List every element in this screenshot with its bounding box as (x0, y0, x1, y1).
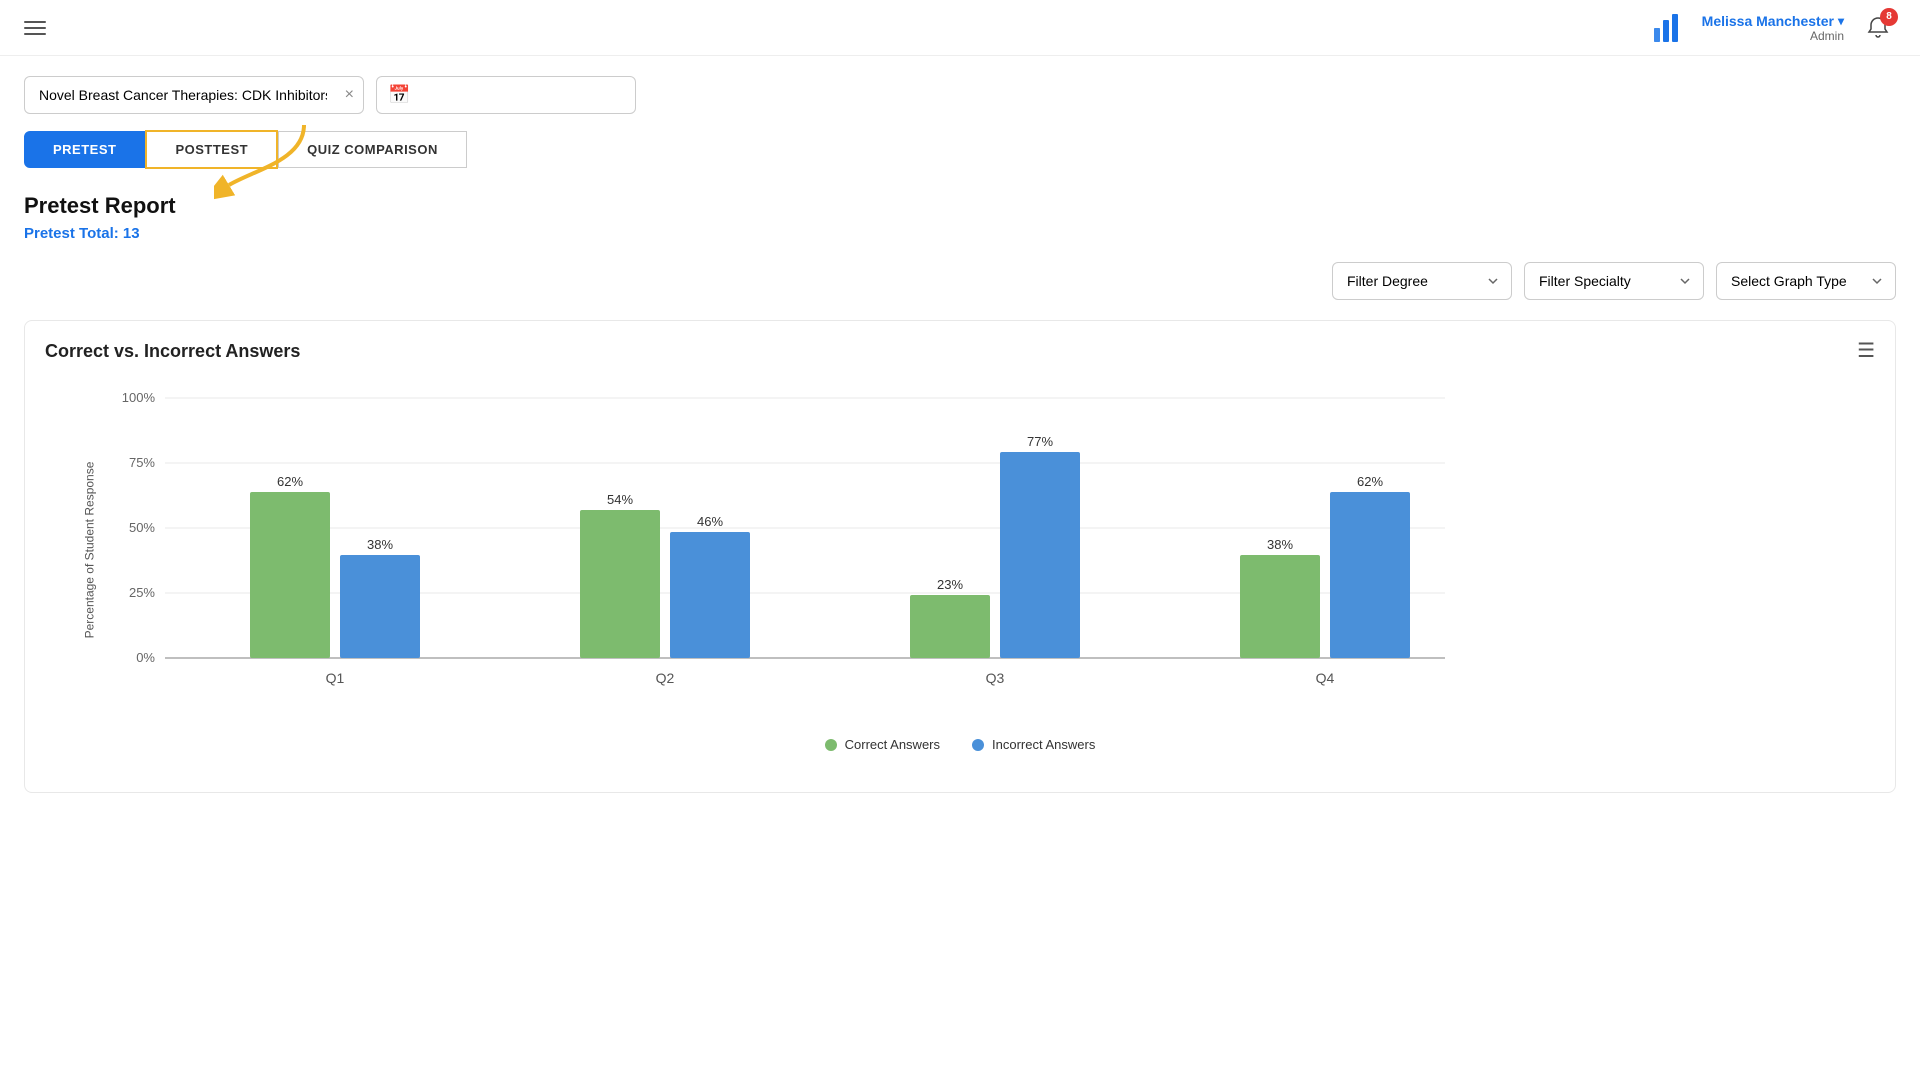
chart-menu-button[interactable]: ☰ (1857, 341, 1875, 361)
header-right: Melissa Manchester ▾ Admin 8 (1650, 10, 1896, 46)
bar-q2-incorrect (670, 532, 750, 658)
tab-posttest[interactable]: POSTTEST (145, 130, 278, 169)
svg-text:25%: 25% (129, 585, 155, 600)
svg-text:50%: 50% (129, 520, 155, 535)
chevron-down-icon: ▾ (1838, 14, 1844, 28)
chart-container: Correct vs. Incorrect Answers ☰ Percenta… (24, 320, 1896, 793)
svg-text:77%: 77% (1027, 434, 1053, 449)
header: Melissa Manchester ▾ Admin 8 (0, 0, 1920, 56)
brand-icon (1650, 10, 1686, 46)
notification-badge: 8 (1880, 8, 1898, 26)
svg-text:Q2: Q2 (656, 670, 675, 686)
user-name-text: Melissa Manchester (1702, 13, 1834, 29)
svg-text:Q3: Q3 (986, 670, 1005, 686)
bar-q2-correct (580, 510, 660, 658)
chart-header: Correct vs. Incorrect Answers ☰ (45, 341, 1875, 362)
bar-q1-incorrect (340, 555, 420, 658)
report-total-value: 13 (123, 225, 140, 242)
bar-q4-incorrect (1330, 492, 1410, 658)
chart-legend: Correct Answers Incorrect Answers (45, 737, 1875, 752)
notification-button[interactable]: 8 (1860, 10, 1896, 46)
report-total: Pretest Total: 13 (24, 225, 1896, 242)
user-role-text: Admin (1810, 29, 1844, 43)
svg-text:46%: 46% (697, 514, 723, 529)
bar-q3-correct (910, 595, 990, 658)
svg-text:Q4: Q4 (1316, 670, 1335, 686)
tab-pretest[interactable]: PRETEST (24, 131, 145, 168)
bar-q3-incorrect (1000, 452, 1080, 658)
filters-row: Filter Degree Filter Specialty Select Gr… (24, 262, 1896, 300)
svg-text:38%: 38% (367, 537, 393, 552)
legend-correct: Correct Answers (825, 737, 940, 752)
report-title: Pretest Report (24, 193, 1896, 219)
main-content: × 📅 PRETEST POSTTEST QUIZ COMPARISON (0, 56, 1920, 813)
tab-quiz-comparison[interactable]: QUIZ COMPARISON (278, 131, 467, 168)
chart-svg-wrapper: Percentage of Student Response 100% 75% … (45, 378, 1875, 721)
legend-correct-dot (825, 739, 837, 751)
clear-search-button[interactable]: × (345, 86, 354, 104)
bar-q1-correct (250, 492, 330, 658)
filter-specialty-select[interactable]: Filter Specialty (1524, 262, 1704, 300)
svg-text:75%: 75% (129, 455, 155, 470)
user-info: Melissa Manchester ▾ Admin (1702, 13, 1844, 43)
user-name-display[interactable]: Melissa Manchester ▾ (1702, 13, 1844, 29)
svg-text:62%: 62% (277, 474, 303, 489)
svg-text:54%: 54% (607, 492, 633, 507)
select-graph-type[interactable]: Select Graph Type (1716, 262, 1896, 300)
report-header: Pretest Report Pretest Total: 13 (24, 193, 1896, 242)
hamburger-menu[interactable] (24, 21, 46, 35)
chart-title: Correct vs. Incorrect Answers (45, 341, 300, 362)
legend-incorrect-dot (972, 739, 984, 751)
bar-q4-correct (1240, 555, 1320, 658)
svg-text:0%: 0% (136, 650, 155, 665)
header-left (24, 21, 46, 35)
tabs-row: PRETEST POSTTEST QUIZ COMPARISON (24, 130, 1896, 169)
top-controls: × 📅 (24, 76, 1896, 114)
legend-incorrect: Incorrect Answers (972, 737, 1095, 752)
filter-degree-select[interactable]: Filter Degree (1332, 262, 1512, 300)
date-input[interactable] (376, 76, 636, 114)
search-wrapper: × (24, 76, 364, 114)
svg-text:38%: 38% (1267, 537, 1293, 552)
svg-text:23%: 23% (937, 577, 963, 592)
date-input-wrapper: 📅 (376, 76, 636, 114)
y-axis-label: Percentage of Student Response (82, 461, 96, 638)
svg-text:62%: 62% (1357, 474, 1383, 489)
search-input[interactable] (24, 76, 364, 114)
legend-correct-label: Correct Answers (845, 737, 940, 752)
svg-text:Q1: Q1 (326, 670, 345, 686)
legend-incorrect-label: Incorrect Answers (992, 737, 1095, 752)
bar-chart-svg: 100% 75% 50% 25% 0% 62% 38% Q1 54% (105, 378, 1465, 718)
svg-text:100%: 100% (122, 390, 156, 405)
